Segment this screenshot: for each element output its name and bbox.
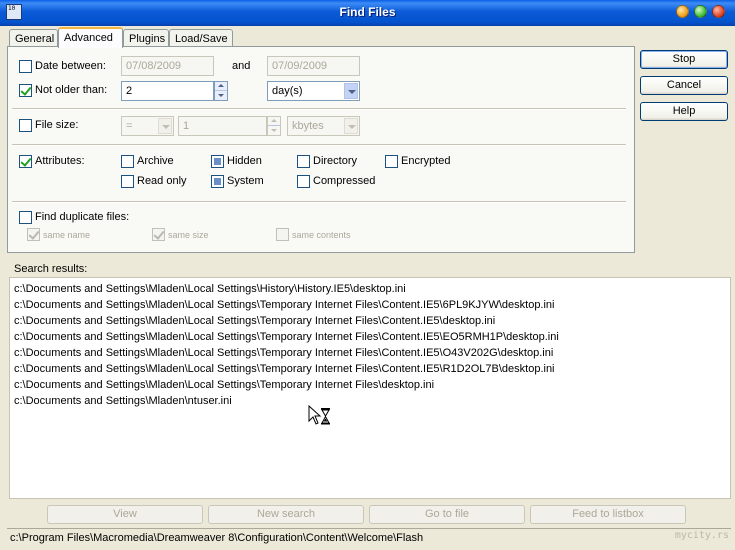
chevron-down-icon[interactable] <box>344 118 358 134</box>
results-list-body: c:\Documents and Settings\Mladen\Local S… <box>14 281 559 409</box>
not-older-than-label: Not older than: <box>35 84 108 96</box>
archive-checkbox[interactable] <box>121 155 134 168</box>
archive-label: Archive <box>137 155 174 167</box>
close-button[interactable] <box>712 5 725 18</box>
help-button[interactable]: Help <box>640 102 728 121</box>
and-label: and <box>232 60 251 72</box>
status-text: c:\Program Files\Macromedia\Dreamweaver … <box>10 532 424 544</box>
result-row[interactable]: c:\Documents and Settings\Mladen\Local S… <box>14 329 559 345</box>
result-row[interactable]: c:\Documents and Settings\Mladen\Local S… <box>14 361 559 377</box>
new-search-button[interactable]: New search <box>208 505 364 524</box>
date-to-field[interactable]: 07/09/2009 <box>267 56 360 76</box>
spin-down-icon[interactable] <box>215 91 227 100</box>
attributes-label: Attributes: <box>35 155 85 167</box>
find-files-window: 10 Find Files General Advanced Plugins L… <box>0 0 735 550</box>
divider <box>12 144 626 146</box>
minimize-button[interactable] <box>676 5 689 18</box>
cancel-button[interactable]: Cancel <box>640 76 728 95</box>
system-label: System <box>227 175 264 187</box>
directory-checkbox[interactable] <box>297 155 310 168</box>
feed-to-listbox-button[interactable]: Feed to listbox <box>530 505 686 524</box>
divider <box>12 108 626 110</box>
date-between-label: Date between: <box>35 60 106 72</box>
window-title: Find Files <box>339 5 396 19</box>
view-button[interactable]: View <box>47 505 203 524</box>
hidden-label: Hidden <box>227 155 262 167</box>
date-from-field[interactable]: 07/08/2009 <box>121 56 214 76</box>
chevron-down-icon[interactable] <box>344 83 358 99</box>
directory-label: Directory <box>313 155 358 167</box>
chevron-down-icon[interactable] <box>158 118 172 134</box>
size-unit-select[interactable]: kbytes <box>287 116 360 136</box>
divider <box>12 201 626 203</box>
read-only-checkbox[interactable] <box>121 175 134 188</box>
file-size-field[interactable]: 1 <box>178 116 267 136</box>
compressed-checkbox[interactable] <box>297 175 310 188</box>
result-row[interactable]: c:\Documents and Settings\Mladen\Local S… <box>14 377 559 393</box>
read-only-label: Read only <box>137 175 187 187</box>
result-row[interactable]: c:\Documents and Settings\Mladen\Local S… <box>14 297 559 313</box>
same-name-checkbox[interactable] <box>27 228 40 241</box>
age-unit-select[interactable]: day(s) <box>267 81 360 101</box>
age-unit-value: day(s) <box>272 85 303 97</box>
search-results-list[interactable]: c:\Documents and Settings\Mladen\Local S… <box>9 277 731 499</box>
go-to-file-button[interactable]: Go to file <box>369 505 525 524</box>
result-row[interactable]: c:\Documents and Settings\Mladen\Local S… <box>14 281 559 297</box>
stop-button[interactable]: Stop <box>640 50 728 69</box>
file-size-checkbox[interactable] <box>19 119 32 132</box>
file-size-spinner[interactable] <box>267 116 281 136</box>
size-unit-value: kbytes <box>292 120 324 132</box>
title-bar[interactable]: 10 Find Files <box>0 0 735 26</box>
attributes-checkbox[interactable] <box>19 155 32 168</box>
encrypted-label: Encrypted <box>401 155 451 167</box>
same-size-label: same size <box>168 230 209 240</box>
spin-up-icon[interactable] <box>215 82 227 91</box>
encrypted-checkbox[interactable] <box>385 155 398 168</box>
status-bar: c:\Program Files\Macromedia\Dreamweaver … <box>7 528 731 547</box>
size-operator-value: = <box>126 120 133 132</box>
find-duplicates-label: Find duplicate files: <box>35 211 130 223</box>
file-size-label: File size: <box>35 119 79 131</box>
maximize-button[interactable] <box>694 5 707 18</box>
find-duplicates-checkbox[interactable] <box>19 211 32 224</box>
not-older-than-field[interactable]: 2 <box>121 81 214 101</box>
result-row[interactable]: c:\Documents and Settings\Mladen\Local S… <box>14 345 559 361</box>
hidden-checkbox[interactable] <box>211 155 224 168</box>
date-between-checkbox[interactable] <box>19 60 32 73</box>
result-row[interactable]: c:\Documents and Settings\Mladen\Local S… <box>14 313 559 329</box>
same-contents-label: same contents <box>292 230 351 240</box>
system-checkbox[interactable] <box>211 175 224 188</box>
not-older-than-spinner[interactable] <box>214 81 228 101</box>
same-size-checkbox[interactable] <box>152 228 165 241</box>
watermark: mycity.rs <box>674 530 729 541</box>
spin-up-icon[interactable] <box>268 117 280 126</box>
busy-cursor-icon <box>308 405 330 425</box>
same-contents-checkbox[interactable] <box>276 228 289 241</box>
size-operator-select[interactable]: = <box>121 116 174 136</box>
spin-down-icon[interactable] <box>268 126 280 135</box>
tab-advanced[interactable]: Advanced <box>58 27 123 48</box>
compressed-label: Compressed <box>313 175 376 187</box>
search-results-label: Search results: <box>14 263 88 275</box>
not-older-than-checkbox[interactable] <box>19 84 32 97</box>
same-name-label: same name <box>43 230 91 240</box>
result-row[interactable]: c:\Documents and Settings\Mladen\ntuser.… <box>14 393 559 409</box>
